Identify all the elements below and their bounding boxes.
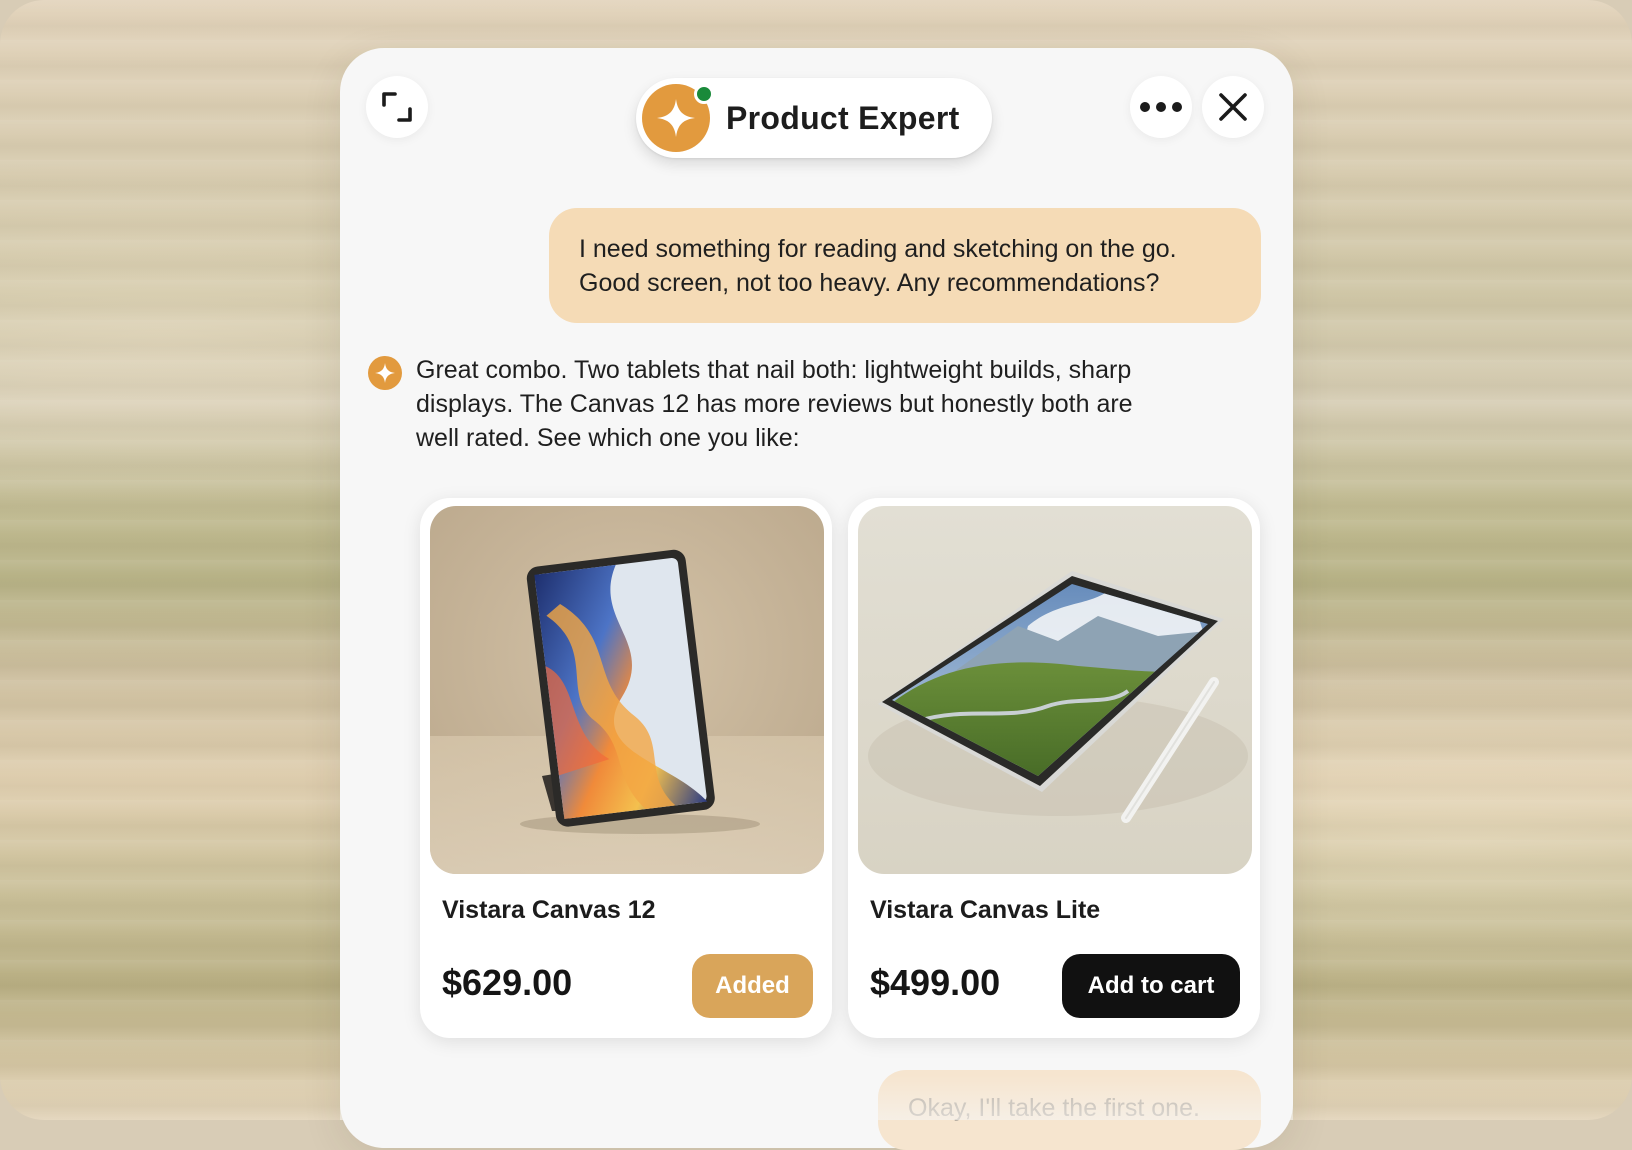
user-message-bubble: Okay, I'll take the first one. <box>878 1070 1261 1150</box>
assistant-message-line: Great combo. Two tablets that nail both:… <box>416 356 1132 384</box>
assistant-avatar <box>368 356 402 390</box>
more-options-icon <box>1140 102 1182 112</box>
product-card[interactable]: Vistara Canvas 12 $629.00 Added <box>420 498 832 1038</box>
expand-button[interactable] <box>366 76 428 138</box>
product-name: Vistara Canvas Lite <box>870 896 1101 924</box>
sparkle-icon <box>657 99 695 137</box>
product-price: $499.00 <box>870 962 1001 1003</box>
product-card[interactable]: Vistara Canvas Lite $499.00 Add to cart <box>848 498 1260 1038</box>
assistant-message-line: well rated. See which one you like: <box>416 424 800 452</box>
chat-panel: Product Expert I need something for read… <box>340 48 1293 1150</box>
assistant-message-line: displays. The Canvas 12 has more reviews… <box>416 390 1133 418</box>
product-name: Vistara Canvas 12 <box>442 896 656 924</box>
product-image <box>858 506 1252 874</box>
online-status-dot <box>694 84 714 104</box>
more-options-button[interactable] <box>1130 76 1192 138</box>
sparkle-icon <box>375 363 395 383</box>
added-button[interactable]: Added <box>692 954 813 1018</box>
close-button[interactable] <box>1202 76 1264 138</box>
product-image <box>430 506 824 874</box>
user-message-line: Good screen, not too heavy. Any recommen… <box>579 269 1160 297</box>
user-message-line: I need something for reading and sketchi… <box>579 235 1177 263</box>
agent-header-pill[interactable]: Product Expert <box>636 78 992 158</box>
add-to-cart-button[interactable]: Add to cart <box>1062 954 1240 1018</box>
expand-icon <box>382 92 412 122</box>
close-icon <box>1219 93 1247 121</box>
product-price: $629.00 <box>442 962 573 1003</box>
user-message-bubble: I need something for reading and sketchi… <box>549 208 1261 323</box>
assistant-message: Great combo. Two tablets that nail both:… <box>416 353 1236 455</box>
agent-name: Product Expert <box>726 100 960 136</box>
